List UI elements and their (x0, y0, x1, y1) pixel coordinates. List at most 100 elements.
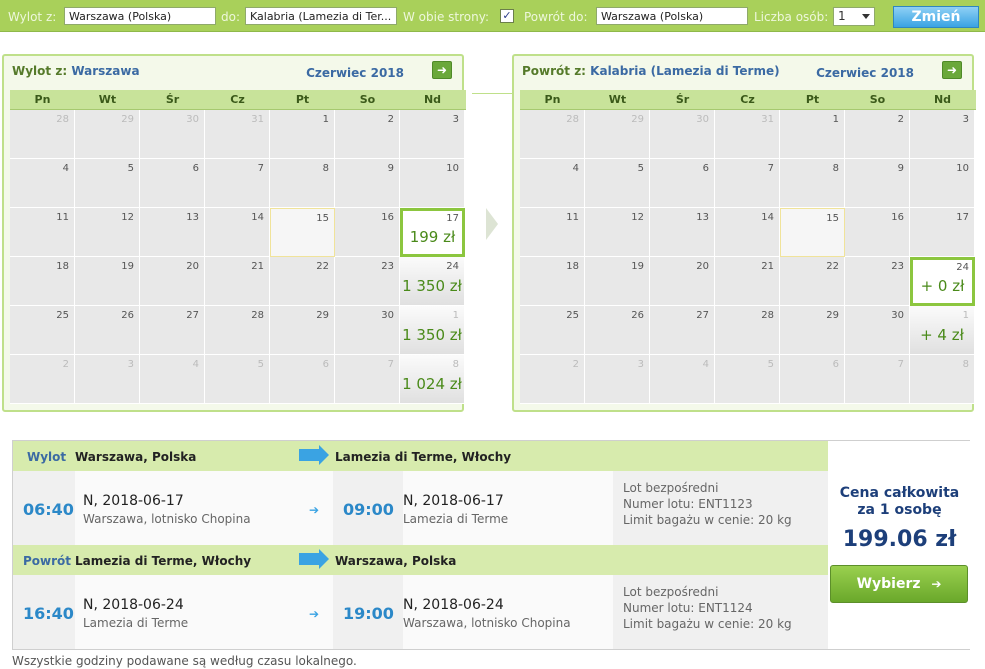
outbound-day-cell: 11 (10, 208, 75, 257)
day-number: 29 (826, 310, 839, 321)
pax-select[interactable]: 1 (833, 7, 875, 26)
day-number: 8 (452, 359, 459, 370)
outbound-day-price-cell[interactable]: 24 1 350 zł (400, 257, 465, 306)
arrow-right-icon: ➔ (931, 577, 942, 591)
day-number: 29 (631, 114, 644, 125)
return-day-cell: 19 (585, 257, 650, 306)
return-day-cell: 7 (715, 159, 780, 208)
day-number: 30 (381, 310, 394, 321)
outbound-week-row: 4 5 6 7 8 9 10 (10, 159, 466, 208)
return-calendar-header: Powrót z: Kalabria (Lamezia di Terme) Cz… (514, 56, 972, 90)
return-week-row: 4 5 6 7 8 9 10 (520, 159, 976, 208)
day-number: 9 (897, 163, 904, 174)
route-arrow-icon (299, 549, 329, 569)
day-price: 1 350 zł (402, 277, 462, 295)
weekday-label: Pt (295, 93, 310, 106)
day-number: 21 (251, 261, 264, 272)
route-arrow-icon (299, 445, 329, 465)
outbound-day-cell: 3 (75, 355, 140, 404)
return-day-cell: 23 (845, 257, 910, 306)
outbound-day-cell: 7 (205, 159, 270, 208)
return-title-prefix: Powrót z: (522, 64, 586, 78)
outbound-day-price-cell[interactable]: 17 199 zł (400, 208, 465, 257)
day-number: 19 (631, 261, 644, 272)
day-number: 28 (56, 114, 69, 125)
arrow-right-icon (486, 208, 498, 240)
next-month-icon[interactable]: ➜ (432, 61, 452, 79)
return-day-cell: 6 (650, 159, 715, 208)
outbound-day-cell: 26 (75, 306, 140, 355)
day-number: 3 (637, 359, 644, 370)
day-number: 5 (127, 163, 134, 174)
day-number: 29 (316, 310, 329, 321)
return-month: Czerwiec 2018 (816, 66, 914, 80)
day-number: 7 (767, 163, 774, 174)
return-week-row: 11 12 13 14 15 16 17 (520, 208, 976, 257)
from-input[interactable]: Warszawa (Polska) (64, 7, 216, 25)
outbound-day-cell: 13 (140, 208, 205, 257)
to-input[interactable]: Kalabria (Lamezia di Ter... (245, 7, 397, 25)
next-month-icon[interactable]: ➜ (942, 61, 962, 79)
return-title-city: Kalabria (Lamezia di Terme) (590, 64, 780, 78)
return-input[interactable]: Warszawa (Polska) (596, 7, 748, 25)
return-dep-place: Lamezia di Terme (83, 616, 189, 630)
from-label: Wylot z: (8, 10, 57, 24)
return-day-price-cell[interactable]: 24 + 0 zł (910, 257, 975, 306)
outbound-title-prefix: Wylot z: (12, 64, 68, 78)
outbound-dep-time: 06:40 (23, 500, 74, 519)
day-number: 21 (761, 261, 774, 272)
pax-value: 1 (838, 9, 846, 23)
return-day-cell: 30 (845, 306, 910, 355)
weekday-label: Śr (165, 93, 180, 106)
weekday-label: Cz (230, 93, 245, 106)
return-day-cell: 29 (585, 110, 650, 159)
day-number: 1 (832, 114, 839, 125)
return-day-cell: 8 (910, 355, 975, 404)
outbound-day-price-cell[interactable]: 8 1 024 zł (400, 355, 465, 404)
outbound-day-cell: 2 (10, 355, 75, 404)
outbound-day-cell: 6 (270, 355, 335, 404)
day-number: 2 (572, 359, 579, 370)
return-grid: Pn Wt Śr Cz Pt So Nd 28 29 30 31 1 2 3 4 5 6 7 8 9 10 11 12 13 1… (520, 90, 976, 404)
outbound-day-price-cell[interactable]: 1 1 350 zł (400, 306, 465, 355)
outbound-day-cell: 3 (400, 110, 465, 159)
day-number: 15 (826, 213, 839, 224)
outbound-label: Wylot (27, 450, 67, 464)
outbound-grid: Pn Wt Śr Cz Pt So Nd 28 29 30 31 1 2 3 4 5 6 7 8 9 10 11 12 13 1… (10, 90, 466, 404)
total-line2: za 1 osobę (857, 502, 942, 518)
outbound-day-cell: 23 (335, 257, 400, 306)
outbound-route-bar: Wylot Warszawa, Polska Lamezia di Terme,… (13, 441, 828, 471)
search-bar: Wylot z: Warszawa (Polska) do: Kalabria … (0, 0, 985, 32)
return-day-price-cell[interactable]: 1 + 4 zł (910, 306, 975, 355)
return-day-cell: 6 (780, 355, 845, 404)
return-arr-date: N, 2018-06-24 (403, 597, 504, 613)
return-day-cell: 28 (715, 306, 780, 355)
return-label: Powrót do: (524, 10, 588, 24)
roundtrip-checkbox[interactable]: ✓ (500, 9, 514, 23)
return-week-row: 28 29 30 31 1 2 3 (520, 110, 976, 159)
return-week-row: 2 3 4 5 6 7 8 (520, 355, 976, 404)
outbound-dep-date: N, 2018-06-17 (83, 493, 184, 509)
outbound-day-cell: 30 (140, 110, 205, 159)
return-dep-date: N, 2018-06-24 (83, 597, 184, 613)
day-number: 5 (257, 359, 264, 370)
day-price: 1 024 zł (402, 375, 462, 393)
day-number: 6 (192, 163, 199, 174)
day-number: 11 (56, 212, 69, 223)
select-flight-button[interactable]: Wybierz ➔ (830, 565, 968, 603)
return-weekday-header: Pn Wt Śr Cz Pt So Nd (520, 90, 976, 110)
outbound-day-cell: 28 (10, 110, 75, 159)
total-price-amount: 199.06 zł (842, 527, 957, 552)
outbound-day-cell: 5 (205, 355, 270, 404)
day-number: 5 (767, 359, 774, 370)
return-day-cell: 22 (780, 257, 845, 306)
day-number: 12 (631, 212, 644, 223)
day-number: 2 (387, 114, 394, 125)
return-day-cell: 2 (520, 355, 585, 404)
change-search-button[interactable]: Zmień (893, 6, 979, 28)
return-day-cell: 20 (650, 257, 715, 306)
outbound-leg: 06:40 N, 2018-06-17 Warszawa, lotnisko C… (13, 471, 828, 545)
return-calendar: Powrót z: Kalabria (Lamezia di Terme) Cz… (512, 54, 976, 412)
outbound-day-cell: 1 (270, 110, 335, 159)
day-number: 14 (251, 212, 264, 223)
